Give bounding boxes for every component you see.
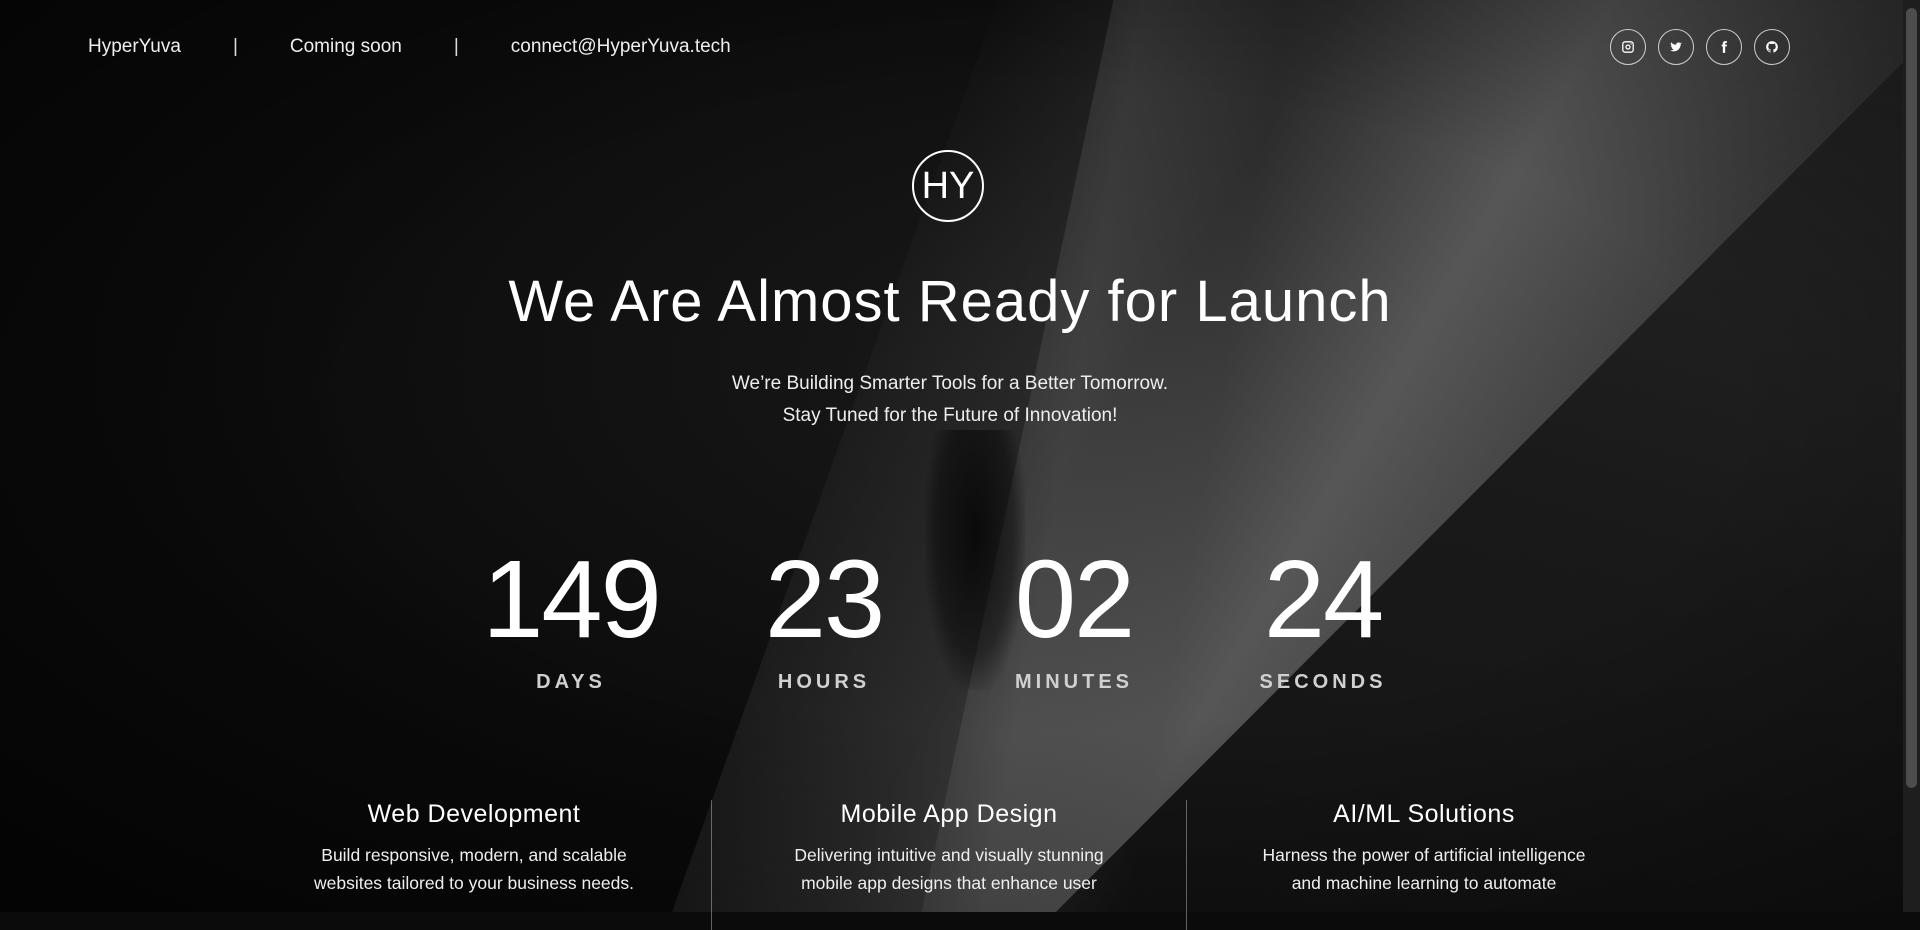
countdown-timer: 149 DAYS 23 HOURS 02 MINUTES 24 SECONDS	[0, 545, 1900, 695]
days-label: DAYS	[536, 671, 606, 693]
brand-link[interactable]: HyperYuva	[88, 36, 181, 58]
github-button[interactable]	[1754, 29, 1790, 65]
service-description-line: Harness the power of artificial intellig…	[1262, 845, 1586, 865]
service-ai-ml-solutions: AI/ML Solutions Harness the power of art…	[1204, 800, 1644, 897]
service-description-line: websites tailored to your business needs…	[313, 873, 635, 893]
github-icon	[1766, 41, 1778, 53]
service-web-development: Web Development Build responsive, modern…	[254, 800, 694, 897]
days-value: 149	[482, 538, 662, 661]
facebook-icon	[1721, 41, 1727, 53]
subtitle-line: We’re Building Smarter Tools for a Bette…	[731, 373, 1169, 394]
service-divider	[711, 800, 712, 930]
twitter-icon	[1670, 42, 1682, 52]
twitter-button[interactable]	[1658, 29, 1694, 65]
service-title: Web Development	[367, 800, 581, 828]
social-links	[1610, 29, 1790, 65]
email-link[interactable]: connect@HyperYuva.tech	[511, 36, 731, 58]
services-section: Web Development Build responsive, modern…	[0, 790, 1900, 920]
countdown-hours: 23 HOURS	[699, 545, 949, 694]
service-mobile-app-design: Mobile App Design Delivering intuitive a…	[729, 800, 1169, 897]
service-description: Build responsive, modern, and scalable w…	[304, 841, 644, 897]
page-title: We Are Almost Ready for Launch	[508, 269, 1392, 334]
hours-label: HOURS	[777, 671, 871, 693]
top-nav: HyperYuva | Coming soon | connect@HyperY…	[88, 36, 731, 58]
service-description: Harness the power of artificial intellig…	[1254, 841, 1594, 897]
service-description: Delivering intuitive and visually stunni…	[779, 841, 1119, 897]
service-title: Mobile App Design	[840, 800, 1058, 828]
minutes-value: 02	[1014, 538, 1135, 661]
nav-separator: |	[232, 36, 238, 57]
status-text: Coming soon	[289, 36, 402, 57]
seconds-value: 24	[1263, 538, 1384, 661]
top-bar: HyperYuva | Coming soon | connect@HyperY…	[0, 0, 1903, 96]
service-description-line: Build responsive, modern, and scalable	[321, 845, 627, 865]
logo: HY	[912, 150, 984, 222]
nav-separator: |	[453, 36, 459, 57]
minutes-label: MINUTES	[1015, 671, 1133, 693]
service-title: AI/ML Solutions	[1333, 800, 1515, 828]
service-divider	[1186, 800, 1187, 930]
facebook-button[interactable]	[1706, 29, 1742, 65]
service-description-line: and machine learning to automate	[1291, 873, 1557, 893]
service-description-line: mobile app designs that enhance user	[801, 873, 1097, 893]
service-description-line: Delivering intuitive and visually stunni…	[794, 845, 1104, 865]
countdown-minutes: 02 MINUTES	[949, 545, 1199, 694]
background-photo	[0, 0, 1920, 912]
seconds-label: SECONDS	[1259, 671, 1387, 693]
hours-value: 23	[764, 538, 885, 661]
instagram-button[interactable]	[1610, 29, 1646, 65]
instagram-icon	[1622, 41, 1634, 53]
countdown-seconds: 24 SECONDS	[1198, 545, 1448, 694]
scrollbar-thumb[interactable]	[1906, 8, 1917, 788]
countdown-days: 149 DAYS	[446, 545, 696, 694]
subtitle-line: Stay Tuned for the Future of Innovation!	[782, 405, 1118, 426]
vertical-scrollbar[interactable]	[1903, 0, 1920, 912]
subtitle: We’re Building Smarter Tools for a Bette…	[0, 368, 1900, 432]
